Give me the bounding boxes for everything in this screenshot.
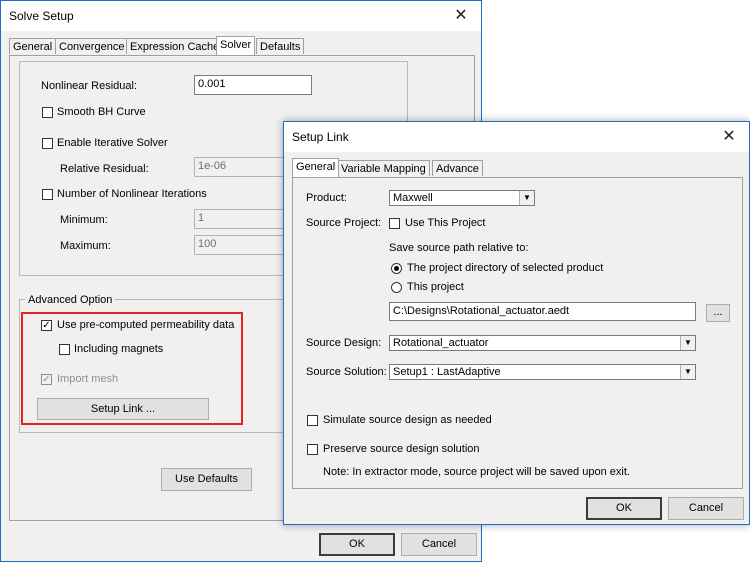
setup-link-window: Setup Link ✕ General Variable Mapping Ad…	[283, 121, 750, 525]
tab-advance[interactable]: Advance	[432, 160, 483, 176]
use-this-project-label: Use This Project	[405, 217, 486, 229]
solve-setup-ok-button[interactable]: OK	[319, 533, 395, 556]
radio-project-directory[interactable]	[391, 263, 402, 274]
setup-link-titlebar[interactable]: Setup Link ✕	[284, 122, 749, 152]
maximum-label: Maximum:	[60, 240, 111, 252]
smooth-bh-checkbox[interactable]	[42, 107, 53, 118]
solve-setup-title: Solve Setup	[9, 9, 74, 23]
save-relative-label: Save source path relative to:	[389, 242, 529, 254]
tab-solver[interactable]: Solver	[216, 36, 256, 55]
use-defaults-button[interactable]: Use Defaults	[161, 468, 252, 491]
browse-button[interactable]: ...	[706, 304, 730, 322]
solve-setup-titlebar[interactable]: Solve Setup ✕	[1, 1, 481, 31]
nonlinear-residual-input[interactable]: 0.001	[194, 75, 312, 95]
solve-setup-tabs: General Convergence Expression Cache Sol…	[9, 36, 309, 56]
chevron-down-icon: ▼	[519, 191, 534, 205]
tab-convergence[interactable]: Convergence	[55, 38, 129, 54]
product-label: Product:	[306, 192, 347, 204]
product-select-value: Maxwell	[393, 192, 433, 204]
smooth-bh-label: Smooth BH Curve	[57, 106, 146, 118]
setup-link-cancel-button[interactable]: Cancel	[668, 497, 744, 520]
source-design-value: Rotational_actuator	[393, 337, 489, 349]
close-icon[interactable]: ✕	[441, 1, 481, 31]
source-design-select[interactable]: Rotational_actuator ▼	[389, 335, 696, 351]
setup-link-close-icon[interactable]: ✕	[709, 122, 749, 152]
setup-link-button[interactable]: Setup Link ...	[37, 398, 209, 420]
radio-project-directory-label: The project directory of selected produc…	[407, 262, 604, 274]
radio-this-project-label: This project	[407, 281, 464, 293]
preserve-checkbox[interactable]	[307, 444, 318, 455]
relative-residual-label: Relative Residual:	[60, 163, 149, 175]
setup-link-ok-button[interactable]: OK	[586, 497, 662, 520]
use-precomputed-checkbox[interactable]: ✓	[41, 320, 52, 331]
preserve-label: Preserve source design solution	[323, 443, 480, 455]
minimum-label: Minimum:	[60, 214, 108, 226]
source-solution-chevron-icon: ▼	[680, 365, 695, 379]
tab-general-link[interactable]: General	[292, 158, 340, 177]
tab-expression-cache[interactable]: Expression Cache	[126, 38, 224, 54]
use-this-project-checkbox[interactable]	[389, 218, 400, 229]
advanced-option-label: Advanced Option	[25, 294, 116, 306]
including-magnets-label: Including magnets	[74, 343, 164, 355]
setup-link-panel: Product: Maxwell ▼ Source Project: Use T…	[292, 177, 743, 489]
source-design-label: Source Design:	[306, 337, 382, 349]
tab-defaults[interactable]: Defaults	[256, 38, 305, 54]
radio-this-project[interactable]	[391, 282, 402, 293]
simulate-checkbox[interactable]	[307, 415, 318, 426]
source-solution-label: Source Solution:	[306, 366, 387, 378]
source-project-label: Source Project:	[306, 217, 382, 229]
source-path-input[interactable]: C:\Designs\Rotational_actuator.aedt	[389, 302, 696, 321]
nonlinear-residual-label: Nonlinear Residual:	[41, 80, 137, 92]
extractor-note: Note: In extractor mode, source project …	[323, 466, 630, 478]
including-magnets-checkbox[interactable]	[59, 344, 70, 355]
simulate-label: Simulate source design as needed	[323, 414, 492, 426]
import-mesh-label: Import mesh	[57, 373, 119, 385]
solve-setup-cancel-button[interactable]: Cancel	[401, 533, 477, 556]
use-precomputed-label: Use pre-computed permeability data	[57, 319, 235, 331]
tab-general[interactable]: General	[9, 38, 57, 54]
enable-iterative-label: Enable Iterative Solver	[57, 137, 168, 149]
source-design-chevron-icon: ▼	[680, 336, 695, 350]
tab-variable-mapping[interactable]: Variable Mapping	[337, 160, 430, 176]
setup-link-title: Setup Link	[292, 130, 349, 144]
product-select[interactable]: Maxwell ▼	[389, 190, 535, 206]
import-mesh-checkbox[interactable]: ✓	[41, 374, 52, 385]
source-solution-select[interactable]: Setup1 : LastAdaptive ▼	[389, 364, 696, 380]
source-solution-value: Setup1 : LastAdaptive	[393, 366, 501, 378]
setup-link-tabs: General Variable Mapping Advance	[292, 158, 512, 178]
enable-iterative-checkbox[interactable]	[42, 138, 53, 149]
nonlinear-iterations-label: Number of Nonlinear Iterations	[57, 188, 207, 200]
nonlinear-iterations-checkbox[interactable]	[42, 189, 53, 200]
